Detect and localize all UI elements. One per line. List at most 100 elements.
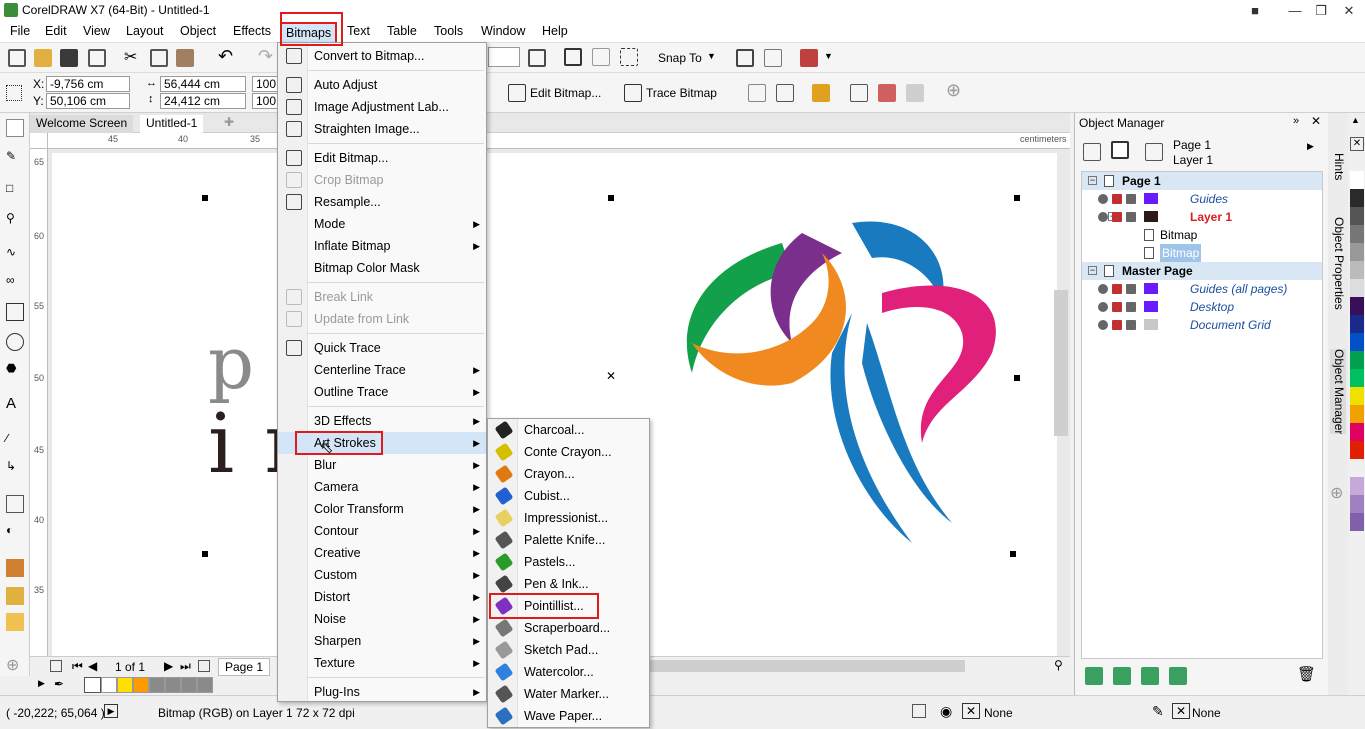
submenu-item-sketch-pad[interactable]: Sketch Pad... xyxy=(488,639,649,661)
palette-swatch[interactable] xyxy=(1350,171,1364,189)
crop-tool-icon[interactable]: □ xyxy=(6,181,24,199)
edit-pencil-icon[interactable] xyxy=(1126,284,1136,294)
menu-item-crop-bitmap[interactable]: Crop Bitmap xyxy=(278,169,486,191)
layer-color-swatch[interactable] xyxy=(1144,301,1158,312)
docker-collapse-icon[interactable]: » xyxy=(1293,115,1299,127)
scale-x-field[interactable]: 100, xyxy=(252,76,279,92)
save-icon[interactable] xyxy=(60,49,78,67)
freehand-tool-icon[interactable]: ∿ xyxy=(6,245,24,263)
artistic-media-tool-icon[interactable]: ∞ xyxy=(6,273,24,291)
first-page-icon[interactable]: ⏮ xyxy=(72,659,83,674)
palette-swatch[interactable] xyxy=(1350,477,1364,495)
tree-row[interactable]: Bitmap xyxy=(1082,226,1322,244)
palette-swatch[interactable] xyxy=(1350,207,1364,225)
tree-row[interactable]: Guides xyxy=(1082,190,1322,208)
menu-item-contour[interactable]: Contour ▶ xyxy=(278,520,486,542)
palette-swatch[interactable] xyxy=(101,677,117,693)
eye-icon[interactable] xyxy=(1098,320,1108,330)
origin-icon[interactable] xyxy=(6,85,22,101)
menu-item-quick-trace[interactable]: Quick Trace xyxy=(278,337,486,359)
palette-swatch[interactable] xyxy=(117,677,133,693)
menu-item-mode[interactable]: Mode ▶ xyxy=(278,213,486,235)
menu-item-auto-adjust[interactable]: Auto Adjust xyxy=(278,74,486,96)
edit-bitmap-button[interactable]: Edit Bitmap... xyxy=(530,86,601,100)
palette-swatch[interactable] xyxy=(1350,297,1364,315)
smart-fill-tool-icon[interactable] xyxy=(6,613,24,631)
trace-bitmap-icon[interactable] xyxy=(624,84,642,102)
cut-icon[interactable]: ✂ xyxy=(124,47,137,67)
edit-bitmap-icon[interactable] xyxy=(508,84,526,102)
parallel-dimension-tool-icon[interactable]: ∕ xyxy=(6,431,24,449)
menu-effects[interactable]: Effects xyxy=(233,24,271,38)
edit-pencil-icon[interactable] xyxy=(1126,212,1136,222)
submenu-item-wave-paper[interactable]: Wave Paper... xyxy=(488,705,649,727)
crop-bitmap-icon[interactable] xyxy=(748,84,766,102)
layer-color-swatch[interactable] xyxy=(1144,211,1158,222)
menu-item-plug-ins[interactable]: Plug-Ins ▶ xyxy=(278,681,486,703)
tree-row[interactable]: − Master Page xyxy=(1082,262,1322,280)
no-fill-swatch[interactable]: ✕ xyxy=(962,703,980,719)
show-rulers-icon[interactable] xyxy=(564,48,582,66)
add-page-icon[interactable] xyxy=(50,660,62,672)
layer-color-swatch[interactable] xyxy=(1144,319,1158,330)
menu-object[interactable]: Object xyxy=(180,24,216,38)
palette-swatch[interactable] xyxy=(1350,333,1364,351)
submenu-item-conte-crayon[interactable]: Conte Crayon... xyxy=(488,441,649,463)
menu-window[interactable]: Window xyxy=(481,24,525,38)
no-outline-swatch[interactable]: ✕ xyxy=(1172,703,1190,719)
edit-pencil-icon[interactable] xyxy=(1126,320,1136,330)
show-grid-icon[interactable] xyxy=(592,48,610,66)
next-page-icon[interactable]: ▶ xyxy=(164,659,173,673)
submenu-item-water-marker[interactable]: Water Marker... xyxy=(488,683,649,705)
page-menu-arrow-icon[interactable]: ▶ xyxy=(1307,141,1314,152)
horizontal-scrollbar[interactable] xyxy=(650,660,965,672)
polygon-tool-icon[interactable]: ⬣ xyxy=(6,361,24,379)
palette-swatch[interactable] xyxy=(1350,279,1364,297)
print-disabled-icon[interactable] xyxy=(1112,212,1122,222)
scale-y-field[interactable]: 100, xyxy=(252,93,279,109)
eye-icon[interactable] xyxy=(1098,284,1108,294)
rectangle-tool-icon[interactable] xyxy=(6,303,24,321)
menu-item-image-adjustment-lab[interactable]: Image Adjustment Lab... xyxy=(278,96,486,118)
add-icon[interactable]: ⊕ xyxy=(946,80,961,101)
last-page-icon[interactable]: ⏭ xyxy=(180,659,191,674)
submenu-item-pen-ink[interactable]: Pen & Ink... xyxy=(488,573,649,595)
selection-handle[interactable] xyxy=(202,195,208,201)
menu-table[interactable]: Table xyxy=(387,24,417,38)
new-tab-icon[interactable]: ✚ xyxy=(224,115,234,129)
bitmap-color-mask-icon[interactable] xyxy=(812,84,830,102)
tab-object-manager[interactable]: Object Manager xyxy=(1330,349,1346,435)
eyedropper-icon[interactable]: ✒ xyxy=(54,677,64,691)
layer-color-swatch[interactable] xyxy=(1144,283,1158,294)
menu-item-bitmap-color-mask[interactable]: Bitmap Color Mask xyxy=(278,257,486,279)
wrap-text-icon[interactable] xyxy=(850,84,868,102)
page-tab-page1[interactable]: Page 1 xyxy=(218,658,271,676)
submenu-item-charcoal[interactable]: Charcoal... xyxy=(488,419,649,441)
menu-view[interactable]: View xyxy=(83,24,110,38)
resample-icon[interactable] xyxy=(776,84,794,102)
align-icon[interactable] xyxy=(764,49,782,67)
menu-item-blur[interactable]: Blur ▶ xyxy=(278,454,486,476)
new-master-layer-even-icon[interactable] xyxy=(1141,667,1159,685)
collapse-icon[interactable]: − xyxy=(1088,266,1097,275)
palette-swatch[interactable] xyxy=(1350,441,1364,459)
menu-layout[interactable]: Layout xyxy=(126,24,164,38)
full-screen-preview-icon[interactable] xyxy=(528,49,546,67)
menu-item-outline-trace[interactable]: Outline Trace ▶ xyxy=(278,381,486,403)
eye-icon[interactable] xyxy=(1098,194,1108,204)
tree-row[interactable]: Bitmap xyxy=(1082,244,1322,262)
menu-item-straighten-image[interactable]: Straighten Image... xyxy=(278,118,486,140)
close-button[interactable]: ✕ xyxy=(1334,0,1364,21)
new-master-layer-odd-icon[interactable] xyxy=(1169,667,1187,685)
tree-row[interactable]: Guides (all pages) xyxy=(1082,280,1322,298)
menu-item-3d-effects[interactable]: 3D Effects ▶ xyxy=(278,410,486,432)
no-color-swatch[interactable]: ✕ xyxy=(1350,137,1364,151)
new-layer-icon[interactable] xyxy=(1085,667,1103,685)
palette-swatch[interactable] xyxy=(197,677,213,693)
menu-item-distort[interactable]: Distort ▶ xyxy=(278,586,486,608)
selection-handle[interactable] xyxy=(1010,551,1016,557)
to-front-icon[interactable] xyxy=(878,84,896,102)
selection-handle[interactable] xyxy=(1014,195,1020,201)
layer-manager-view-icon[interactable] xyxy=(1145,143,1163,161)
maximize-button[interactable]: ❐ xyxy=(1306,0,1336,21)
